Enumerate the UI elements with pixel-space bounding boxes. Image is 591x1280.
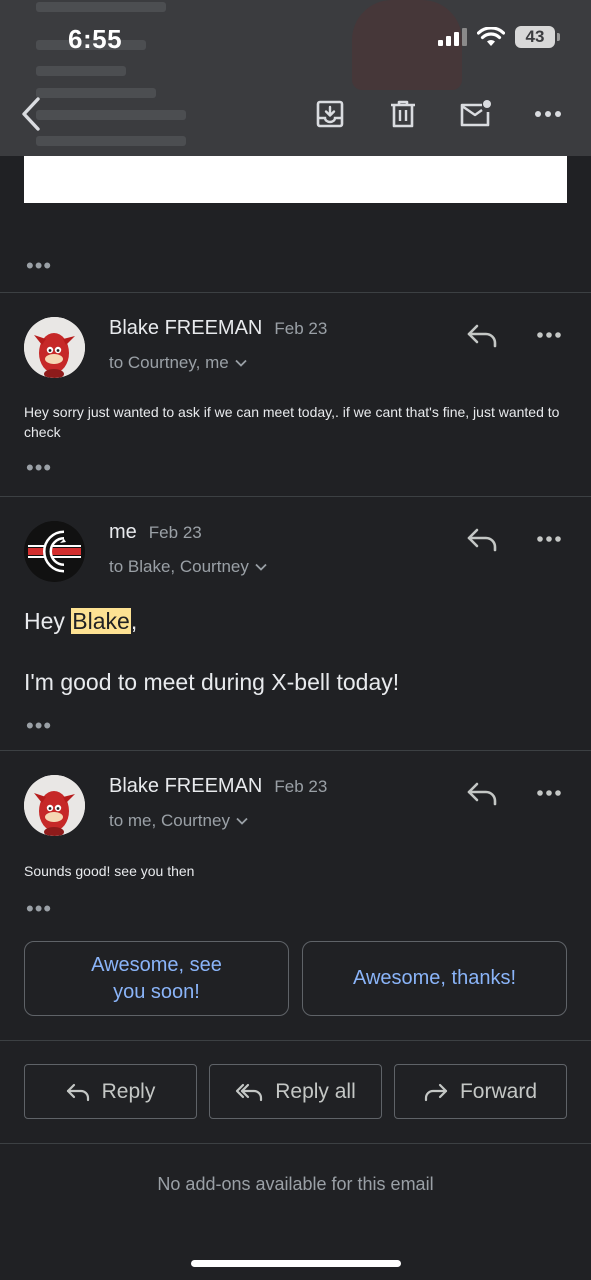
greeting-prefix: Hey [24, 608, 72, 634]
knuckles-avatar-icon [24, 775, 85, 836]
message-date: Feb 23 [274, 777, 328, 796]
archive-icon [316, 100, 344, 128]
sender-line: Blake FREEMAN Feb 23 [109, 775, 327, 798]
message-more-button[interactable] [532, 783, 566, 803]
reply-icon [467, 782, 497, 806]
sender-line: me Feb 23 [109, 521, 202, 544]
avatar[interactable] [24, 317, 85, 378]
avatar[interactable] [24, 521, 85, 582]
message-date: Feb 23 [148, 523, 202, 542]
sender-line: Blake FREEMAN Feb 23 [109, 317, 327, 340]
reply-button[interactable]: Reply [24, 1064, 197, 1119]
addons-message: No add-ons available for this email [157, 1174, 434, 1194]
expand-quoted-button[interactable]: ••• [26, 255, 52, 277]
forward-button[interactable]: Forward [394, 1064, 567, 1119]
top-app-bar: 6:55 43 [0, 0, 591, 156]
sender-name[interactable]: me [109, 521, 137, 544]
smart-reply-chip[interactable]: Awesome, see you soon! [24, 941, 289, 1016]
previous-message-card [24, 156, 567, 203]
status-icons: 43 [437, 26, 560, 48]
message-date: Feb 23 [274, 319, 328, 338]
sender-name[interactable]: Blake FREEMAN [109, 775, 262, 798]
message-item: Blake FREEMAN Feb 23 to me, Courtney Sou… [0, 751, 591, 931]
divider [0, 1143, 591, 1144]
recipients-text: to me, Courtney [109, 811, 230, 830]
knuckles-avatar-icon [24, 317, 85, 378]
chevron-down-icon [236, 817, 248, 825]
more-horiz-icon [535, 111, 561, 117]
search-highlight: Blake [71, 608, 131, 634]
battery-indicator: 43 [515, 26, 560, 48]
message-more-button[interactable] [532, 325, 566, 345]
forward-icon [424, 1083, 448, 1101]
chevron-down-icon [255, 563, 267, 571]
expand-quoted-button[interactable]: ••• [26, 898, 52, 920]
cellular-signal-icon [438, 28, 467, 46]
message-body: Sounds good! see you then [24, 863, 195, 879]
reply-all-button[interactable]: Reply all [209, 1064, 382, 1119]
trash-icon [391, 100, 415, 128]
chevron-down-icon [235, 359, 247, 367]
more-options-button[interactable] [530, 96, 566, 132]
expand-quoted-button[interactable]: ••• [26, 715, 52, 737]
divider [0, 1040, 591, 1041]
recipients-text: to Courtney, me [109, 353, 229, 372]
message-item: me Feb 23 to Blake, Courtney Hey Blake, … [0, 497, 591, 750]
reply-label: Reply [101, 1079, 156, 1103]
reply-all-icon [236, 1083, 263, 1101]
more-horiz-icon [537, 332, 561, 338]
chevron-left-icon [22, 97, 40, 131]
sender-name[interactable]: Blake FREEMAN [109, 317, 262, 340]
more-horiz-icon [537, 790, 561, 796]
message-reply-button[interactable] [464, 321, 500, 351]
mark-unread-button[interactable] [458, 96, 494, 132]
recipients-text: to Blake, Courtney [109, 557, 249, 576]
smart-reply-chip[interactable]: Awesome, thanks! [302, 941, 567, 1016]
greeting-suffix: , [130, 608, 138, 634]
home-indicator[interactable] [191, 1260, 401, 1267]
status-time: 6:55 [68, 24, 123, 54]
wifi-icon [477, 27, 505, 46]
reply-icon [66, 1083, 89, 1101]
message-body: I'm good to meet during X-bell today! [24, 669, 400, 695]
message-body: Hey sorry just wanted to ask if we can m… [24, 404, 560, 440]
recipients-toggle[interactable]: to Blake, Courtney [109, 557, 267, 577]
message-more-button[interactable] [532, 529, 566, 549]
message-item: Blake FREEMAN Feb 23 to Courtney, me Hey… [0, 293, 591, 496]
expand-quoted-button[interactable]: ••• [26, 457, 52, 479]
recipients-toggle[interactable]: to me, Courtney [109, 811, 248, 831]
reply-all-label: Reply all [275, 1079, 356, 1103]
bearcat-logo-icon [24, 521, 85, 582]
reply-icon [467, 528, 497, 552]
archive-button[interactable] [312, 96, 348, 132]
back-button[interactable] [20, 94, 50, 134]
reply-icon [467, 324, 497, 348]
message-greeting: Hey Blake, [24, 608, 564, 635]
more-horiz-icon [537, 536, 561, 542]
delete-button[interactable] [385, 96, 421, 132]
mail-unread-icon [460, 100, 491, 127]
message-reply-button[interactable] [464, 525, 500, 555]
message-reply-button[interactable] [464, 779, 500, 809]
avatar[interactable] [24, 775, 85, 836]
forward-label: Forward [459, 1079, 538, 1103]
recipients-toggle[interactable]: to Courtney, me [109, 353, 247, 373]
